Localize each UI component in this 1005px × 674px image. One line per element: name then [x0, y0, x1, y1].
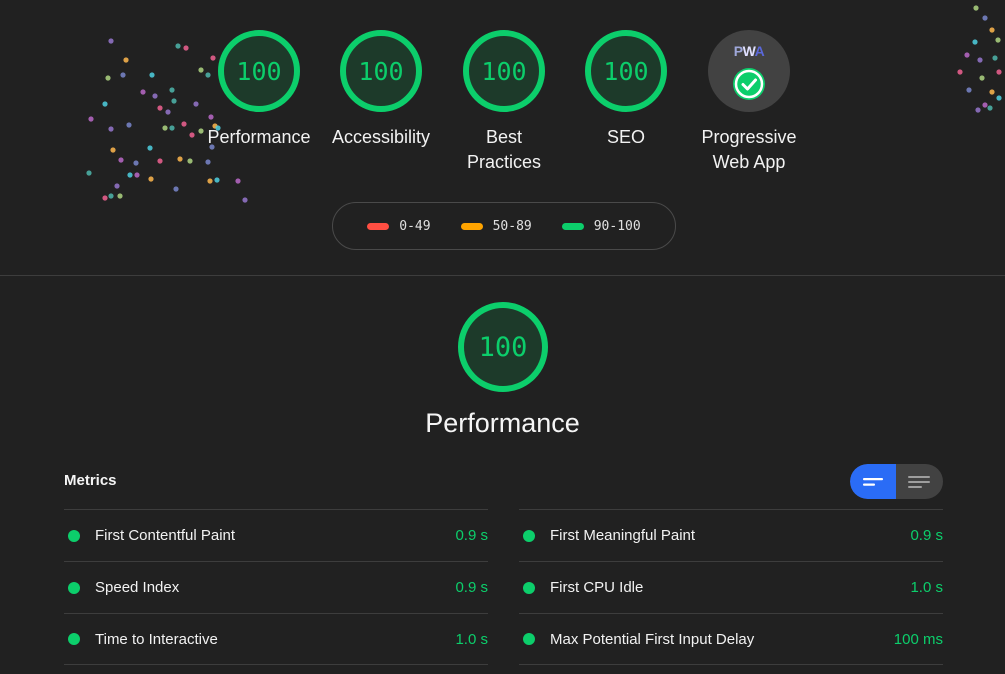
gauge-label-line1: Performance [207, 127, 311, 147]
metric-name: First Contentful Paint [95, 527, 236, 544]
pass-indicator-icon [68, 633, 80, 645]
metric-name: Time to Interactive [95, 630, 218, 648]
confetti-dot [982, 15, 988, 21]
gauge-score: 100 [585, 30, 667, 112]
legend-swatch [460, 222, 483, 230]
metric-row: Max Potential First Input Delay 100 ms [519, 613, 943, 665]
long-lines-icon [908, 475, 930, 488]
legend-item-average: 50-89 [460, 218, 532, 234]
performance-title: Performance [425, 408, 580, 438]
gauge-pwa[interactable]: PWA Progressive Web App [689, 30, 809, 175]
metric-value: 1.0 s [910, 579, 943, 596]
metric-row: First Contentful Paint 0.9 s [64, 509, 488, 561]
gauge-label-line1: Accessibility [331, 127, 431, 147]
pass-indicator-icon [68, 529, 80, 542]
section-divider [0, 275, 1005, 276]
pass-indicator-icon [68, 581, 80, 594]
gauge-label: Best Practices [444, 125, 564, 175]
confetti-dot [108, 193, 114, 199]
gauge-best-practices[interactable]: 100 Best Practices [444, 30, 564, 175]
metric-value: 1.0 s [455, 630, 488, 648]
metrics-view-toggle[interactable] [850, 464, 943, 499]
gauge-score: 100 [463, 30, 545, 112]
gauge-accessibility[interactable]: 100 Accessibility [321, 30, 441, 150]
metric-name: Max Potential First Input Delay [550, 630, 755, 648]
pwa-logo-p: P [733, 43, 743, 59]
gauge-label-line2: Web App [712, 152, 786, 172]
metrics-column-left: First Contentful Paint 0.9 s Speed Index… [64, 509, 488, 665]
metric-value: 0.9 s [455, 527, 488, 544]
gauge-label: Accessibility [321, 125, 441, 150]
metric-row: Speed Index 0.9 s [64, 561, 488, 613]
metric-row: First Meaningful Paint 0.9 s [519, 509, 943, 561]
pwa-logo: PWA [708, 43, 790, 59]
metric-value: 0.9 s [910, 527, 943, 544]
legend-swatch [561, 222, 584, 230]
pass-indicator-icon [523, 529, 535, 542]
confetti-dot [242, 197, 248, 203]
legend-range: 0-49 [399, 218, 431, 234]
category-gauges: 100 Performance 100 Accessibility 100 Be… [0, 30, 1005, 190]
legend-swatch [367, 222, 390, 230]
view-compact-button[interactable] [850, 464, 896, 499]
gauge-label: SEO [566, 125, 686, 150]
metric-name: First Meaningful Paint [550, 527, 696, 544]
performance-gauge: 100 [458, 302, 548, 392]
gauge-label: Progressive Web App [689, 125, 809, 175]
short-lines-icon [863, 477, 883, 486]
gauge-label-line1: SEO [606, 127, 645, 147]
pwa-logo-a: A [754, 43, 765, 59]
gauge-label: Performance [199, 125, 319, 150]
gauge-score: 100 [218, 30, 300, 112]
metrics-column-right: First Meaningful Paint 0.9 s First CPU I… [519, 509, 943, 665]
legend-range: 90-100 [593, 218, 641, 234]
confetti-dot [102, 195, 108, 201]
metric-name: First CPU Idle [550, 579, 644, 596]
metric-value: 100 ms [893, 630, 943, 648]
gauge-label-line1: Best [485, 127, 523, 147]
pwa-logo-w: W [742, 43, 755, 59]
score-legend: 0-49 50-89 90-100 [332, 202, 676, 250]
gauge-seo[interactable]: 100 SEO [566, 30, 686, 150]
legend-item-fail: 0-49 [367, 218, 431, 234]
gauge-score: 100 [340, 30, 422, 112]
confetti-dot [973, 5, 979, 11]
metrics-header: Metrics [64, 472, 117, 489]
pass-indicator-icon [523, 581, 535, 594]
metric-row: First CPU Idle 1.0 s [519, 561, 943, 613]
metric-name: Speed Index [95, 579, 180, 596]
check-icon [733, 68, 765, 100]
gauge-label-line1: Progressive [701, 127, 797, 147]
gauge-performance[interactable]: 100 Performance [199, 30, 319, 150]
confetti-dot [117, 193, 123, 199]
pwa-badge: PWA [708, 30, 790, 112]
lighthouse-report: 100 Performance 100 Accessibility 100 Be… [0, 0, 1005, 674]
metric-row: Time to Interactive 1.0 s [64, 613, 488, 665]
metric-value: 0.9 s [455, 579, 488, 596]
legend-range: 50-89 [492, 218, 532, 234]
pass-indicator-icon [523, 633, 535, 645]
gauge-label-line2: Practices [466, 152, 542, 172]
view-expanded-button[interactable] [896, 464, 942, 499]
legend-item-pass: 90-100 [561, 218, 641, 234]
